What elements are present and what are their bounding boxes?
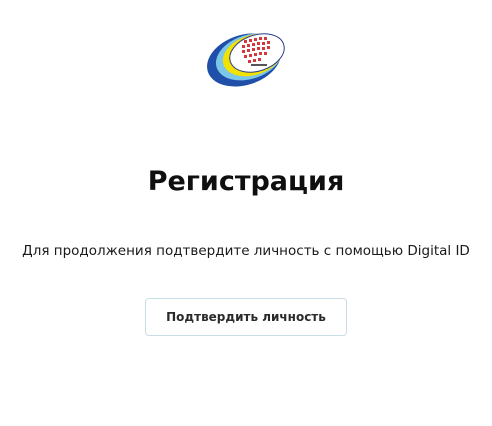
verify-identity-button[interactable]: Подтвердить личность: [145, 298, 347, 336]
logo-icon: [204, 26, 290, 90]
page-title: Регистрация: [147, 166, 345, 197]
page-subtitle: Для продолжения подтвердите личность с п…: [22, 243, 470, 259]
